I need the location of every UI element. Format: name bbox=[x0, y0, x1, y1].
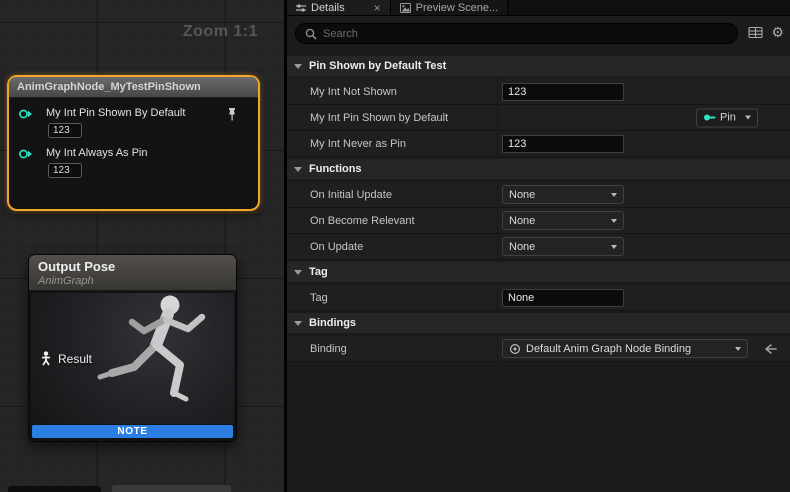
property-row: On Become Relevant None bbox=[287, 208, 790, 234]
binding-dropdown[interactable]: Default Anim Graph Node Binding bbox=[502, 339, 748, 358]
details-tab-icon bbox=[296, 3, 306, 13]
pin-row: My Int Pin Shown By Default 123 bbox=[18, 107, 248, 138]
zoom-level-label: Zoom 1:1 bbox=[183, 23, 258, 41]
dropdown-value: None bbox=[509, 215, 603, 227]
details-toolbar: ⚙ bbox=[748, 25, 784, 39]
category-header[interactable]: Bindings bbox=[287, 313, 790, 333]
pose-pin-person-icon bbox=[40, 351, 52, 366]
node-title[interactable]: AnimGraphNode_MyTestPinShown bbox=[9, 77, 258, 98]
output-pose-node[interactable]: Output Pose AnimGraph bbox=[28, 254, 237, 442]
search-icon bbox=[305, 28, 317, 40]
chevron-down-icon[interactable] bbox=[294, 321, 302, 326]
section-functions: Functions On Initial Update None On Beco… bbox=[287, 159, 790, 260]
category-title: Functions bbox=[309, 163, 362, 175]
chevron-down-icon bbox=[735, 347, 741, 351]
search-input[interactable] bbox=[323, 28, 728, 40]
property-label: My Int Pin Shown by Default bbox=[287, 105, 498, 130]
tab-preview-scene-label: Preview Scene... bbox=[416, 2, 499, 14]
pin-label: My Int Pin Shown By Default bbox=[46, 107, 248, 119]
search-bar[interactable] bbox=[295, 23, 738, 44]
property-row: My Int Not Shown bbox=[287, 79, 790, 105]
category-header[interactable]: Tag bbox=[287, 262, 790, 282]
property-row: Tag bbox=[287, 285, 790, 311]
property-label: On Update bbox=[287, 234, 498, 259]
my-int-not-shown-input[interactable] bbox=[502, 83, 624, 101]
chevron-down-icon bbox=[611, 245, 617, 249]
pin-visibility-dropdown[interactable]: Pin bbox=[696, 108, 758, 127]
property-row: Binding Default Anim Graph Node Binding bbox=[287, 336, 790, 362]
pin-label: My Int Always As Pin bbox=[46, 147, 248, 159]
chevron-down-icon[interactable] bbox=[294, 270, 302, 275]
result-pin[interactable]: Result bbox=[40, 351, 92, 366]
anim-graph-test-node[interactable]: AnimGraphNode_MyTestPinShown My Int Pin … bbox=[7, 75, 260, 211]
chevron-down-icon bbox=[611, 193, 617, 197]
pin-value-box[interactable]: 123 bbox=[48, 163, 82, 178]
gear-icon[interactable]: ⚙ bbox=[771, 25, 784, 39]
partial-node-fragment[interactable] bbox=[8, 486, 101, 492]
property-row: My Int Never as Pin bbox=[287, 131, 790, 157]
display-grid-icon[interactable] bbox=[748, 26, 763, 39]
on-initial-update-dropdown[interactable]: None bbox=[502, 185, 624, 204]
property-label: Tag bbox=[287, 285, 498, 310]
property-row: On Initial Update None bbox=[287, 182, 790, 208]
property-row: On Update None bbox=[287, 234, 790, 260]
category-header[interactable]: Pin Shown by Default Test bbox=[287, 56, 790, 76]
category-title: Tag bbox=[309, 266, 328, 278]
tab-details-label: Details bbox=[311, 2, 345, 14]
close-tab-icon[interactable]: × bbox=[374, 2, 381, 14]
property-row: My Int Pin Shown by Default Pin bbox=[287, 105, 790, 131]
my-int-never-as-pin-input[interactable] bbox=[502, 135, 624, 153]
property-label: Binding bbox=[287, 336, 498, 361]
partial-node-fragment[interactable] bbox=[112, 485, 231, 492]
output-node-subtitle: AnimGraph bbox=[38, 275, 227, 287]
chevron-down-icon bbox=[745, 116, 751, 120]
on-become-relevant-dropdown[interactable]: None bbox=[502, 211, 624, 230]
result-pin-label: Result bbox=[58, 352, 92, 366]
property-label: My Int Not Shown bbox=[287, 79, 498, 104]
dropdown-value: Pin bbox=[720, 112, 737, 124]
tab-bar: Details × Preview Scene... bbox=[287, 0, 790, 16]
property-label: My Int Never as Pin bbox=[287, 131, 498, 156]
dropdown-value: Default Anim Graph Node Binding bbox=[526, 343, 726, 355]
chevron-down-icon bbox=[611, 219, 617, 223]
int-pin-icon[interactable] bbox=[18, 148, 33, 160]
unreal-editor: Zoom 1:1 AnimGraphNode_MyTestPinShown My… bbox=[0, 0, 790, 492]
output-node-header[interactable]: Output Pose AnimGraph bbox=[29, 255, 236, 291]
property-label: On Initial Update bbox=[287, 182, 498, 207]
goto-binding-arrow-icon[interactable] bbox=[763, 343, 777, 354]
category-title: Pin Shown by Default Test bbox=[309, 60, 446, 72]
tab-details[interactable]: Details × bbox=[287, 0, 391, 15]
category-header[interactable]: Functions bbox=[287, 159, 790, 179]
section-tag: Tag Tag bbox=[287, 262, 790, 311]
chevron-down-icon[interactable] bbox=[294, 64, 302, 69]
preview-scene-tab-icon bbox=[400, 3, 411, 13]
running-mannequin-figure bbox=[82, 293, 232, 423]
int-pin-icon[interactable] bbox=[18, 108, 33, 120]
chevron-down-icon[interactable] bbox=[294, 167, 302, 172]
note-badge: NOTE bbox=[32, 425, 233, 438]
on-update-dropdown[interactable]: None bbox=[502, 237, 624, 256]
dropdown-value: None bbox=[509, 189, 603, 201]
section-pin-shown-by-default-test: Pin Shown by Default Test My Int Not Sho… bbox=[287, 56, 790, 157]
section-bindings: Bindings Binding Default Anim Graph Node… bbox=[287, 313, 790, 362]
tag-input[interactable] bbox=[502, 289, 624, 307]
details-panel: Details × Preview Scene... bbox=[287, 0, 790, 492]
pin-icon bbox=[703, 113, 716, 123]
category-title: Bindings bbox=[309, 317, 356, 329]
property-sections: Pin Shown by Default Test My Int Not Sho… bbox=[287, 56, 790, 362]
output-node-title: Output Pose bbox=[38, 259, 227, 274]
pin-row: My Int Always As Pin 123 bbox=[18, 147, 248, 178]
pin-value-box[interactable]: 123 bbox=[48, 123, 82, 138]
anim-graph-canvas[interactable]: Zoom 1:1 AnimGraphNode_MyTestPinShown My… bbox=[0, 0, 284, 492]
dropdown-value: None bbox=[509, 241, 603, 253]
pin-thumbtack-icon[interactable] bbox=[226, 107, 238, 122]
tab-preview-scene[interactable]: Preview Scene... bbox=[391, 0, 509, 15]
property-label: On Become Relevant bbox=[287, 208, 498, 233]
binding-icon bbox=[509, 343, 521, 355]
